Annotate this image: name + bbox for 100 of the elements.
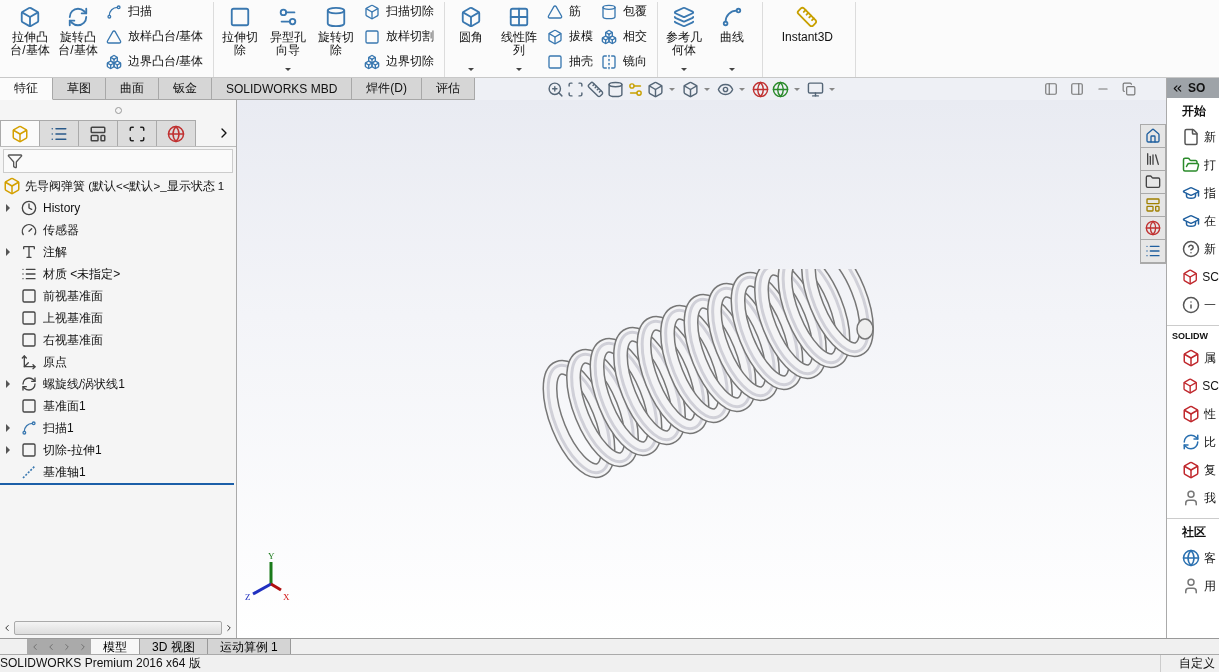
expand-arrow-icon[interactable] [6,424,10,432]
expand-arrow-icon[interactable] [6,446,10,454]
ribbon-button[interactable]: 参考几何体 [662,2,707,77]
task-link[interactable]: 比 [1204,433,1216,451]
ribbon-button[interactable]: 拔模 [545,27,596,46]
ribbon-button[interactable]: 扫描切除 [362,2,437,21]
ribbon-tab[interactable]: 草图 [53,78,106,100]
tree-item[interactable]: 材质 <未指定> [43,265,121,283]
color-ball-tab[interactable] [1141,217,1165,240]
blocks-icon [106,53,122,70]
manager-tab[interactable] [39,120,79,146]
ribbon-button[interactable]: 圆角 [449,2,494,77]
tree-item[interactable]: 螺旋线/涡状线1 [43,375,125,393]
task-link[interactable]: SC [1202,379,1219,393]
tree-item[interactable]: 原点 [43,353,67,371]
tree-item[interactable]: 上视基准面 [43,309,103,327]
file-icon [1182,128,1200,146]
tree-item[interactable]: 前视基准面 [43,287,103,305]
horizontal-scrollbar[interactable] [2,620,234,636]
ribbon-button[interactable]: Instant3D [767,2,848,77]
zoom-area-icon[interactable] [567,80,585,98]
square-icon [364,28,381,45]
model-tab[interactable]: 运动算例 1 [207,639,291,654]
ribbon-button[interactable]: 异型孔向导 [266,2,311,77]
ribbon-button[interactable]: 扫描 [104,2,206,21]
ribbon-tab[interactable]: 焊件(D) [352,78,423,100]
expand-arrow-icon[interactable] [6,204,10,212]
model-tab[interactable]: 模型 [91,639,140,654]
library-tab[interactable] [1141,148,1165,171]
ribbon-button[interactable]: 相交 [599,27,650,46]
ribbon-button[interactable]: 抽壳 [545,52,596,71]
restore-icon[interactable] [1122,82,1136,96]
tree-item[interactable]: 注解 [43,243,67,261]
ribbon-tab[interactable]: 钣金 [159,78,212,100]
ribbon-button[interactable]: 包覆 [599,2,650,21]
ribbon-tab[interactable]: 特征 [0,78,53,100]
task-link[interactable]: 性 [1204,405,1216,423]
tree-item[interactable]: 右视基准面 [43,331,103,349]
list-icon [1145,243,1161,259]
ribbon-button[interactable]: 拉伸凸台/基体 [8,2,52,77]
expand-arrow-icon[interactable] [6,248,10,256]
task-link[interactable]: 打 [1204,156,1216,174]
ribbon-tab[interactable]: 评估 [422,78,476,100]
tree-item[interactable]: 切除-拉伸1 [43,441,102,459]
part-name[interactable]: 先导阀弹簧 (默认<<默认>_显示状态 1 [25,178,225,194]
panel-left-icon[interactable] [1044,82,1058,96]
task-link[interactable]: 我 [1204,489,1216,507]
task-link[interactable]: 在 [1204,212,1216,230]
ribbon-button[interactable]: 镜向 [599,52,650,71]
ribbon-button[interactable]: 放样切割 [362,27,437,46]
manager-tab[interactable] [117,120,157,146]
filter-field[interactable] [3,149,233,173]
tree-item[interactable]: 基准轴1 [43,463,86,481]
task-link[interactable]: 新 [1204,128,1216,146]
task-link[interactable]: 客 [1204,549,1216,567]
scroll-left-icon[interactable] [2,623,12,633]
task-link[interactable]: 一 [1204,296,1216,314]
expand-arrow-icon[interactable] [6,380,10,388]
manager-tab[interactable] [156,120,196,146]
tree-item[interactable]: History [43,201,81,215]
cube-icon[interactable] [647,80,665,98]
monitor-icon[interactable] [807,80,825,98]
library-icon [1145,151,1161,167]
ribbon-tab[interactable]: SOLIDWORKS MBD [212,78,353,100]
manager-tab[interactable] [78,120,118,146]
box-icon [1182,349,1200,367]
user-icon [1182,489,1200,507]
ribbon-button[interactable]: 拉伸切除 [218,2,263,77]
caret-icon [285,68,292,71]
ribbon-button[interactable]: 筋 [545,2,596,21]
compare-icon [1182,433,1200,451]
folder-tab[interactable] [1141,171,1165,194]
task-link[interactable]: 属 [1204,349,1216,367]
ribbon-button[interactable]: 边界切除 [362,52,437,71]
part-icon [3,177,21,195]
blocks-icon [364,53,381,70]
curve-icon [106,3,122,20]
tree-item[interactable]: 扫描1 [43,419,74,437]
task-link[interactable]: 用 [1204,577,1216,595]
customize-link[interactable]: 自定义 [1160,655,1219,672]
panel-right-icon[interactable] [1070,82,1084,96]
ribbon-button[interactable]: 曲线 [710,2,755,77]
list-tab[interactable] [1141,240,1165,263]
ribbon-button[interactable]: 边界凸台/基体 [104,52,206,71]
ribbon-button[interactable]: 线性阵列 [497,2,542,77]
task-link[interactable]: 复 [1204,461,1216,479]
task-link[interactable]: SC [1202,270,1219,284]
zoom-icon[interactable] [547,80,565,98]
tree-item[interactable]: 传感器 [43,221,79,239]
graduation-cap-icon [1182,184,1200,202]
model-tab[interactable]: 3D 视图 [140,639,208,654]
scroll-right-icon[interactable] [224,623,234,633]
tree-item[interactable]: 基准面1 [43,397,86,415]
task-link[interactable]: 指 [1204,184,1216,202]
ribbon-tab[interactable]: 曲面 [106,78,159,100]
ribbon-button[interactable]: 旋转凸台/基体 [56,2,100,77]
task-link[interactable]: 新 [1204,240,1216,258]
ribbon-button[interactable]: 旋转切除 [314,2,359,77]
ribbon-button[interactable]: 放样凸台/基体 [104,27,206,46]
home-tab[interactable] [1141,125,1165,148]
